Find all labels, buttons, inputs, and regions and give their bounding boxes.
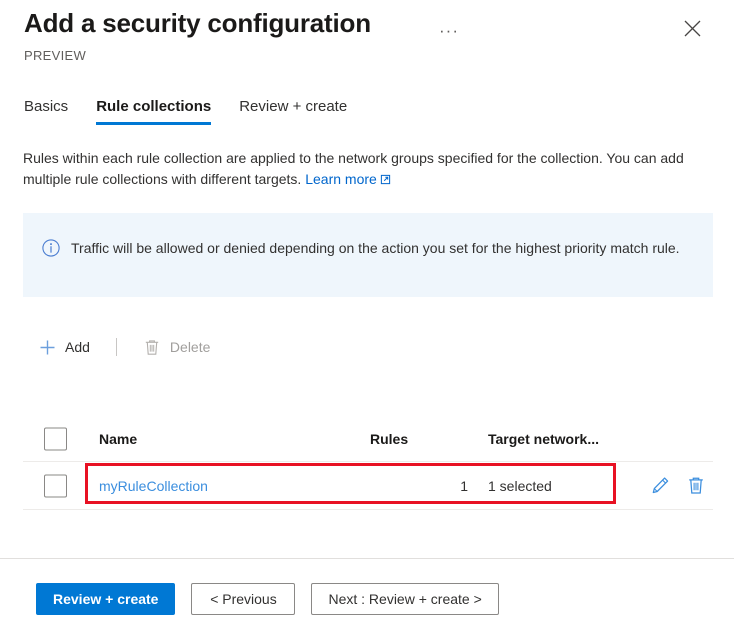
description-text: Rules within each rule collection are ap…: [23, 148, 713, 191]
previous-button[interactable]: < Previous: [191, 583, 296, 615]
tab-basics[interactable]: Basics: [22, 98, 82, 125]
plus-icon: [38, 338, 56, 356]
command-bar: Add Delete: [28, 330, 220, 364]
learn-more-link[interactable]: Learn more: [305, 171, 391, 187]
command-bar-separator: [115, 338, 117, 356]
select-all-checkbox[interactable]: [44, 427, 67, 450]
add-button-label: Add: [65, 339, 90, 355]
tab-list: Basics Rule collections Review + create: [22, 98, 361, 125]
close-icon[interactable]: [678, 14, 706, 42]
add-button[interactable]: Add: [28, 332, 100, 362]
rule-collection-name-link[interactable]: myRuleCollection: [99, 478, 208, 494]
external-link-icon: [380, 170, 391, 191]
footer-divider: [0, 558, 734, 559]
next-review-create-button[interactable]: Next : Review + create >: [311, 583, 499, 615]
table-row[interactable]: myRuleCollection 1 1 selected: [23, 461, 713, 510]
blade-header: Add a security configuration ··· PREVIEW: [0, 0, 734, 78]
rule-collection-target-networks: 1 selected: [488, 477, 552, 494]
column-header-name[interactable]: Name: [99, 431, 137, 447]
info-banner-text: Traffic will be allowed or denied depend…: [71, 240, 680, 256]
column-header-target-networks[interactable]: Target network...: [488, 431, 599, 447]
ellipsis-icon[interactable]: ···: [437, 18, 461, 42]
row-actions: [649, 475, 707, 497]
footer-actions: Review + create < Previous Next : Review…: [36, 583, 499, 615]
rule-collection-rules-count: 1: [460, 477, 468, 494]
preview-badge: PREVIEW: [24, 48, 87, 63]
rule-collections-table: Name Rules Target network... myRuleColle…: [23, 416, 713, 510]
info-circle-icon: [42, 239, 60, 257]
info-banner: Traffic will be allowed or denied depend…: [23, 213, 713, 297]
delete-button-label: Delete: [169, 339, 211, 355]
delete-button[interactable]: Delete: [133, 332, 220, 362]
tab-rule-collections[interactable]: Rule collections: [82, 98, 225, 125]
trash-icon: [143, 338, 161, 356]
row-trash-icon[interactable]: [685, 475, 707, 497]
page-title: Add a security configuration: [24, 8, 371, 38]
column-header-rules[interactable]: Rules: [370, 431, 468, 447]
row-checkbox-cell: [44, 474, 67, 497]
pencil-icon[interactable]: [649, 475, 671, 497]
description-line-1: Rules within each rule collection are ap…: [23, 150, 603, 166]
tab-review-create[interactable]: Review + create: [225, 98, 361, 125]
select-all-checkbox-cell: [44, 427, 67, 450]
learn-more-label: Learn more: [305, 171, 377, 187]
review-create-button[interactable]: Review + create: [36, 583, 176, 615]
row-checkbox[interactable]: [44, 474, 67, 497]
table-header-row: Name Rules Target network...: [23, 416, 713, 461]
